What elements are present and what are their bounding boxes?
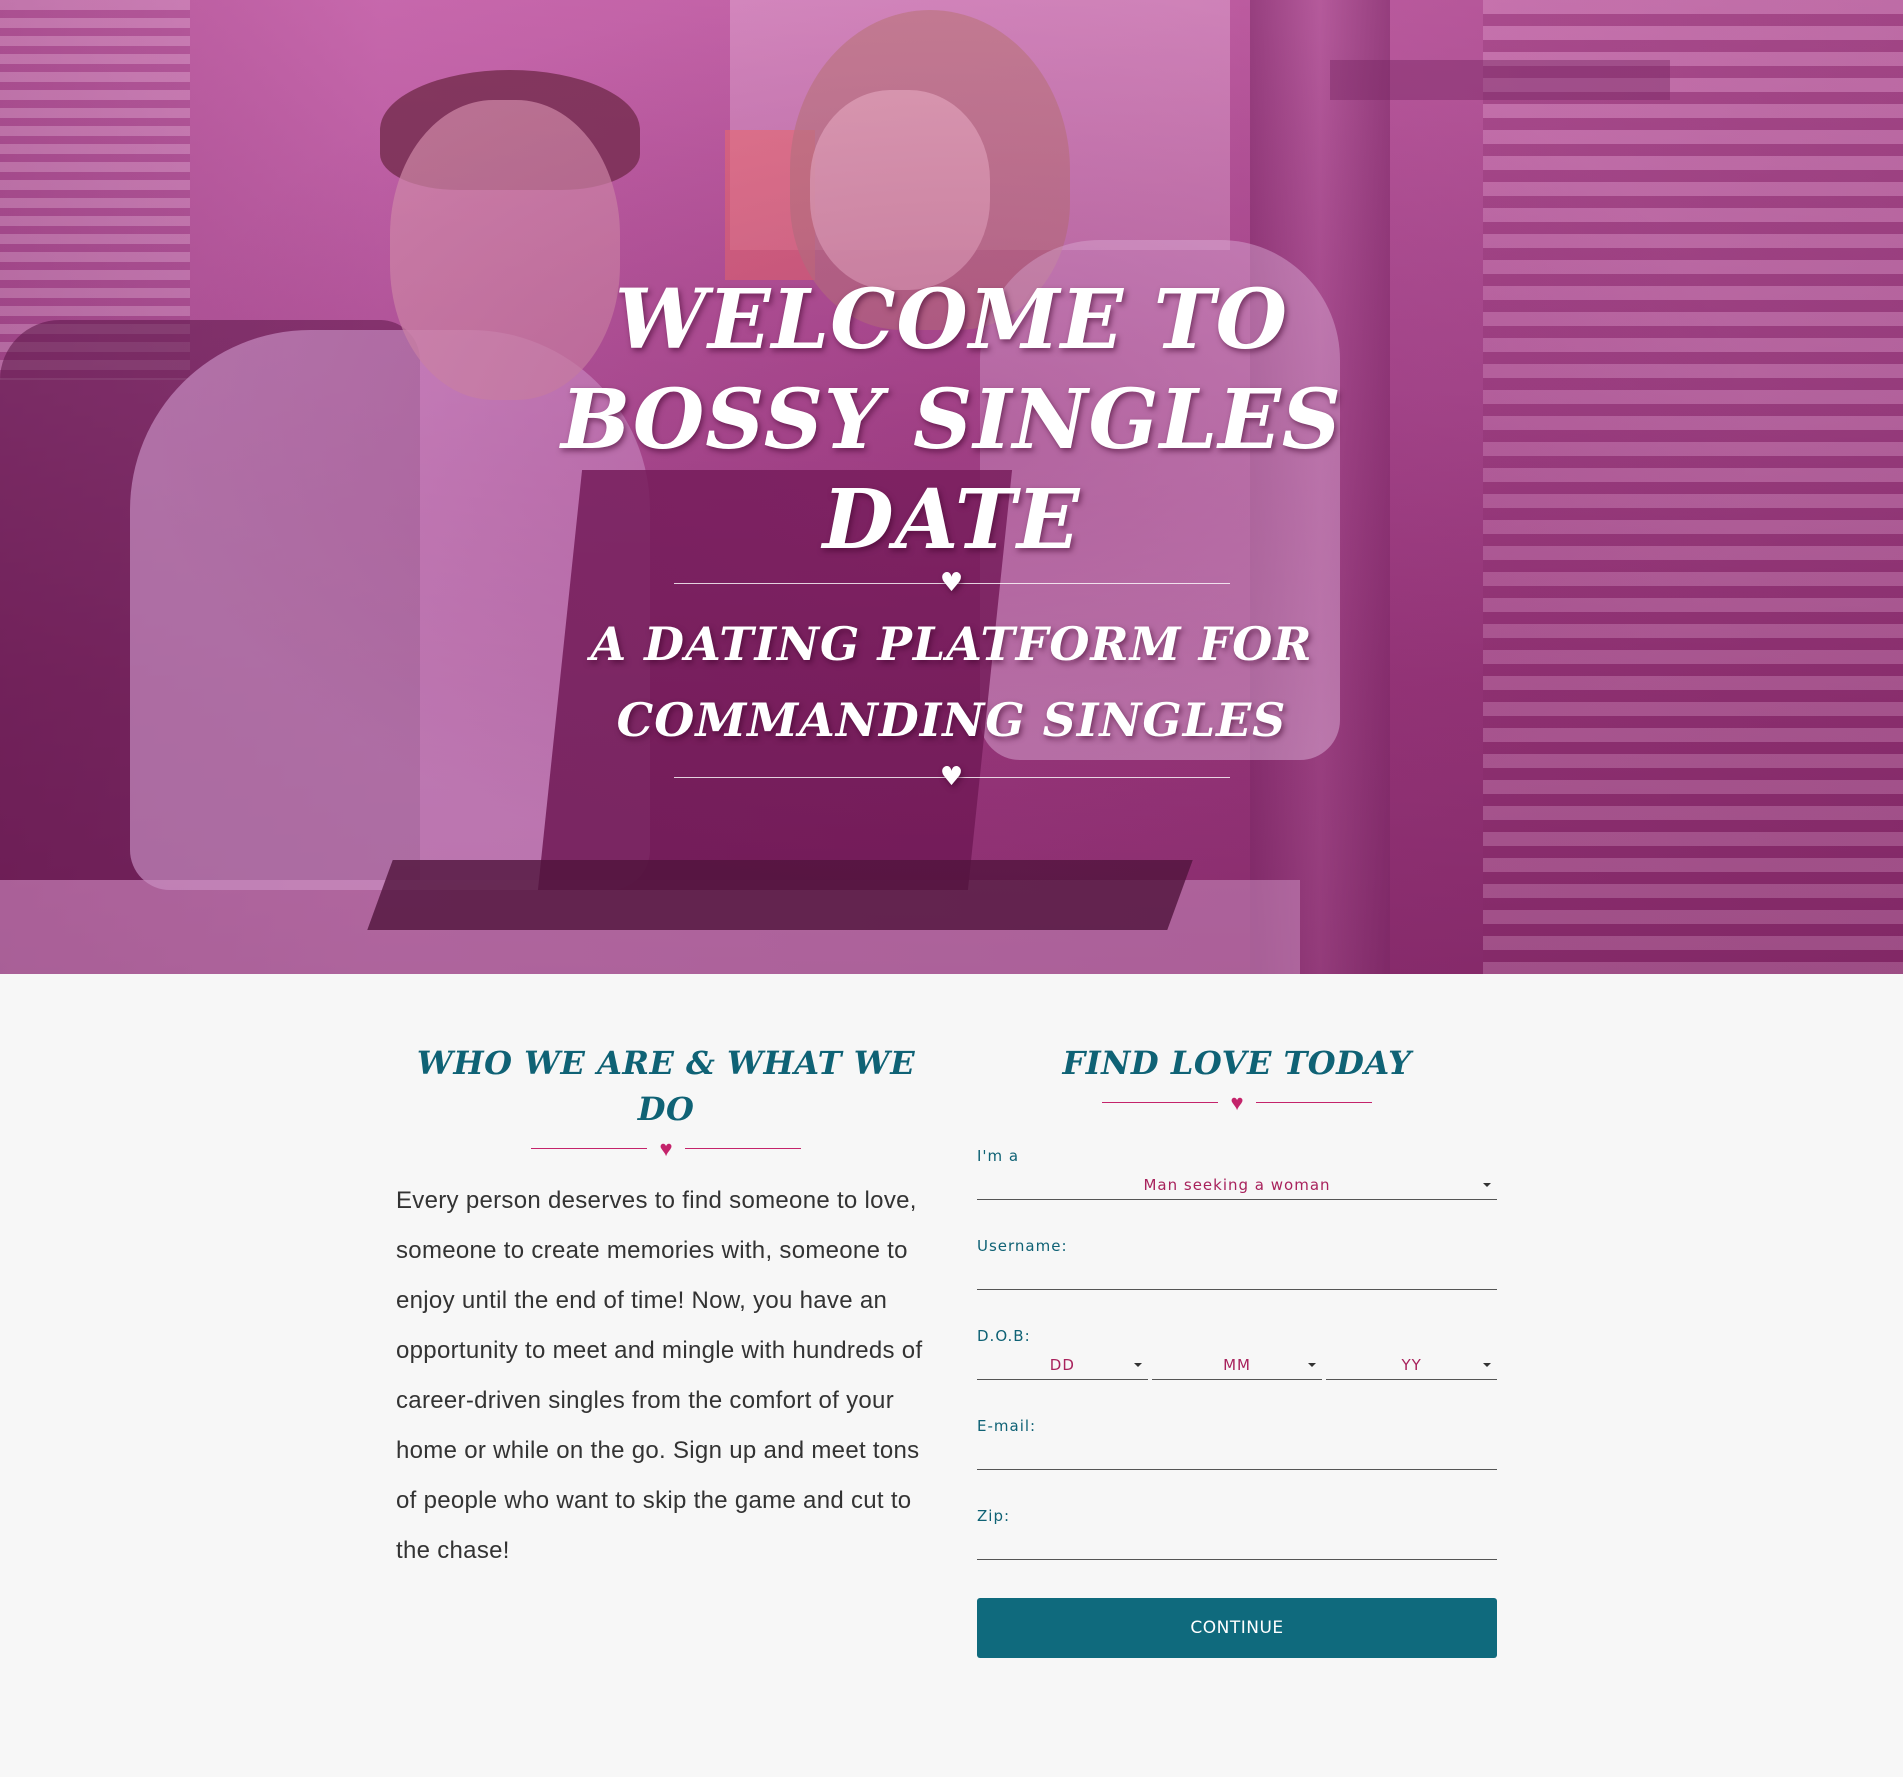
signup-column: FIND LOVE TODAY ♥ I'm a Man seeking a wo… <box>977 1040 1498 1658</box>
dob-day-select[interactable]: DD <box>977 1350 1148 1380</box>
caret-down-icon <box>1133 1363 1142 1367</box>
hero-title: WELCOME TO BOSSY SINGLES DATE <box>561 272 1342 568</box>
signup-form: I'm a Man seeking a woman Username: D.O.… <box>977 1142 1498 1658</box>
caret-down-icon <box>1483 1363 1492 1367</box>
dob-month-select[interactable]: MM <box>1151 1350 1323 1380</box>
username-label: Username: <box>977 1237 1068 1255</box>
heart-icon: ♥ <box>659 1136 673 1161</box>
dob-selects: DD MM YY <box>977 1350 1498 1380</box>
divider-line <box>531 1148 647 1149</box>
content-section: WHO WE ARE & WHAT WE DO ♥ Every person d… <box>0 974 1903 1777</box>
about-title: WHO WE ARE & WHAT WE DO <box>416 1044 916 1128</box>
zip-field: Zip: <box>977 1502 1497 1592</box>
seeking-select[interactable]: Man seeking a woman <box>977 1170 1497 1200</box>
divider-line <box>1102 1102 1218 1103</box>
about-column: WHO WE ARE & WHAT WE DO ♥ Every person d… <box>396 1040 936 1576</box>
continue-button[interactable]: CONTINUE <box>977 1598 1497 1658</box>
dob-field: D.O.B: DD MM YY <box>977 1322 1498 1412</box>
caret-down-icon <box>1308 1363 1317 1367</box>
dob-month-value: MM <box>1223 1356 1251 1374</box>
heart-icon: ♥ <box>1230 1090 1244 1115</box>
email-control <box>977 1440 1497 1470</box>
hero-content: WELCOME TO BOSSY SINGLES DATE ♥ A DATING… <box>0 270 1903 790</box>
email-field: E-mail: <box>977 1412 1497 1502</box>
email-label: E-mail: <box>977 1417 1037 1435</box>
signup-title: FIND LOVE TODAY <box>1062 1044 1412 1082</box>
username-control <box>977 1260 1497 1290</box>
seeking-field: I'm a Man seeking a woman <box>977 1142 1497 1232</box>
hero-divider-top: ♥ <box>673 568 1230 598</box>
dob-year-select[interactable]: YY <box>1326 1350 1498 1380</box>
seeking-value: Man seeking a woman <box>1143 1176 1331 1194</box>
about-divider: ♥ <box>531 1138 801 1160</box>
hero-divider-bottom: ♥ <box>673 762 1230 792</box>
heart-icon: ♥ <box>939 762 964 792</box>
signup-divider: ♥ <box>1102 1092 1372 1114</box>
about-text: Every person deserves to find someone to… <box>396 1187 923 1564</box>
divider-line <box>1256 1102 1372 1103</box>
caret-down-icon <box>1483 1183 1491 1187</box>
heart-icon: ♥ <box>939 568 964 598</box>
dob-label: D.O.B: <box>977 1327 1031 1345</box>
seeking-label: I'm a <box>977 1147 1020 1165</box>
username-field: Username: <box>977 1232 1497 1322</box>
zip-label: Zip: <box>977 1507 1011 1525</box>
dob-day-value: DD <box>1049 1356 1075 1374</box>
divider-line <box>685 1148 801 1149</box>
hero-subtitle: A DATING PLATFORM FOR COMMANDING SINGLES <box>590 617 1313 747</box>
email-input[interactable] <box>977 1440 1497 1470</box>
zip-input[interactable] <box>977 1530 1497 1560</box>
username-input[interactable] <box>977 1260 1497 1290</box>
dob-year-value: YY <box>1401 1356 1422 1374</box>
zip-control <box>977 1530 1497 1560</box>
hero-banner: WELCOME TO BOSSY SINGLES DATE ♥ A DATING… <box>0 0 1903 974</box>
